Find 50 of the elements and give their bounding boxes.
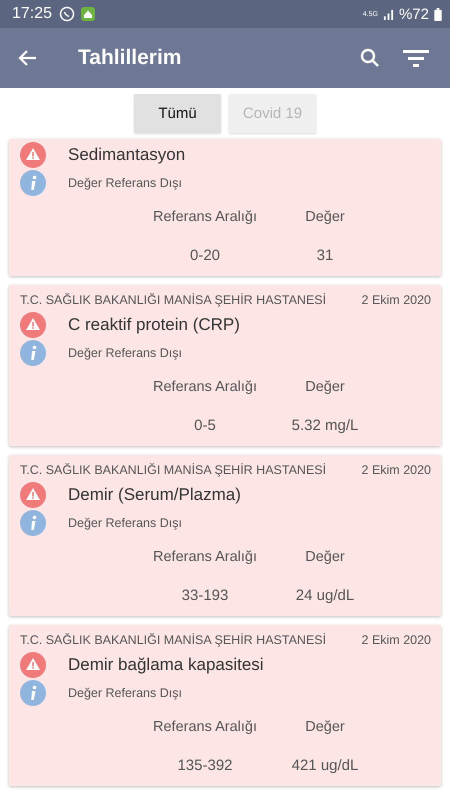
result-value: 24 ug/dL [296, 587, 354, 604]
warning-icon [20, 652, 46, 678]
screen-title: Tahlillerim [78, 46, 182, 70]
home-icon [80, 6, 96, 22]
reference-range: 0-5 [194, 417, 216, 434]
reference-range: 33-193 [182, 587, 228, 604]
column-label: Referans Aralığı [153, 549, 257, 565]
info-icon [20, 680, 46, 706]
column-label: Referans Aralığı [153, 719, 257, 735]
hospital-name: T.C. SAĞLIK BAKANLIĞI MANİSA ŞEHİR HASTANESİ [20, 293, 326, 307]
result-date: 2 Ekim 2020 [362, 463, 431, 477]
chat-icon [59, 6, 76, 22]
hospital-name: T.C. SAĞLIK BAKANLIĞI MANİSA ŞEHİR HASTANESİ [20, 633, 326, 647]
test-name: Sedimantasyon [68, 145, 186, 165]
result-card[interactable]: T.C. SAĞLIK BAKANLIĞI MANİSA ŞEHİR HASTANESİ 2 Ekim 2020 Demir bağlama kapasitesi Değer Referans Dışı Referans Aralığı Değer 135-392 421 ug/dL [9, 625, 441, 786]
column-label: Referans Aralığı [153, 379, 257, 395]
warning-icon [20, 482, 46, 508]
result-card[interactable]: T.C. SAĞLIK BAKANLIĞI MANİSA ŞEHİR HASTANESİ 2 Ekim 2020 Demir (Serum/Plazma) Değer Referans Dışı Referans Aralığı Değer 33-193 24 ug/dL [9, 455, 441, 616]
result-note: Değer Referans Dışı [68, 516, 182, 530]
battery-level: %72 [398, 6, 429, 22]
test-name: Demir bağlama kapasitesi [68, 655, 264, 675]
column-label: Değer [305, 209, 345, 225]
column-label: Değer [305, 719, 345, 735]
reference-range: 135-392 [177, 757, 233, 774]
reference-range: 0-20 [190, 247, 220, 264]
info-icon [20, 340, 46, 366]
column-label: Değer [305, 549, 345, 565]
result-value: 421 ug/dL [292, 757, 358, 774]
column-label: Değer [305, 379, 345, 395]
info-icon [20, 170, 46, 196]
column-label: Referans Aralığı [153, 209, 257, 225]
filter-tab[interactable]: Tümü [134, 94, 221, 133]
info-icon [20, 510, 46, 536]
result-card[interactable]: Sedimantasyon Değer Referans Dışı Referans Aralığı Değer 0-20 31 [9, 139, 441, 276]
result-note: Değer Referans Dışı [68, 176, 182, 190]
clock: 17:25 [12, 5, 52, 23]
result-note: Değer Referans Dışı [68, 346, 182, 360]
warning-icon [20, 142, 46, 168]
warning-icon [20, 312, 46, 338]
result-note: Değer Referans Dışı [68, 686, 182, 700]
result-date: 2 Ekim 2020 [362, 293, 431, 307]
result-card[interactable]: T.C. SAĞLIK BAKANLIĞI MANİSA ŞEHİR HASTANESİ 2 Ekim 2020 C reaktif protein (CRP) Değer Referans Dışı Referans Aralığı Değer 0-5 5.32 mg/L [9, 285, 441, 446]
result-value: 31 [316, 247, 334, 264]
test-name: C reaktif protein (CRP) [68, 315, 240, 335]
battery-icon [434, 8, 442, 20]
hospital-name: T.C. SAĞLIK BAKANLIĞI MANİSA ŞEHİR HASTANESİ [20, 463, 326, 477]
signal-icon [382, 8, 394, 20]
result-date: 2 Ekim 2020 [362, 633, 431, 647]
test-name: Demir (Serum/Plazma) [68, 485, 241, 505]
result-value: 5.32 mg/L [292, 417, 358, 434]
